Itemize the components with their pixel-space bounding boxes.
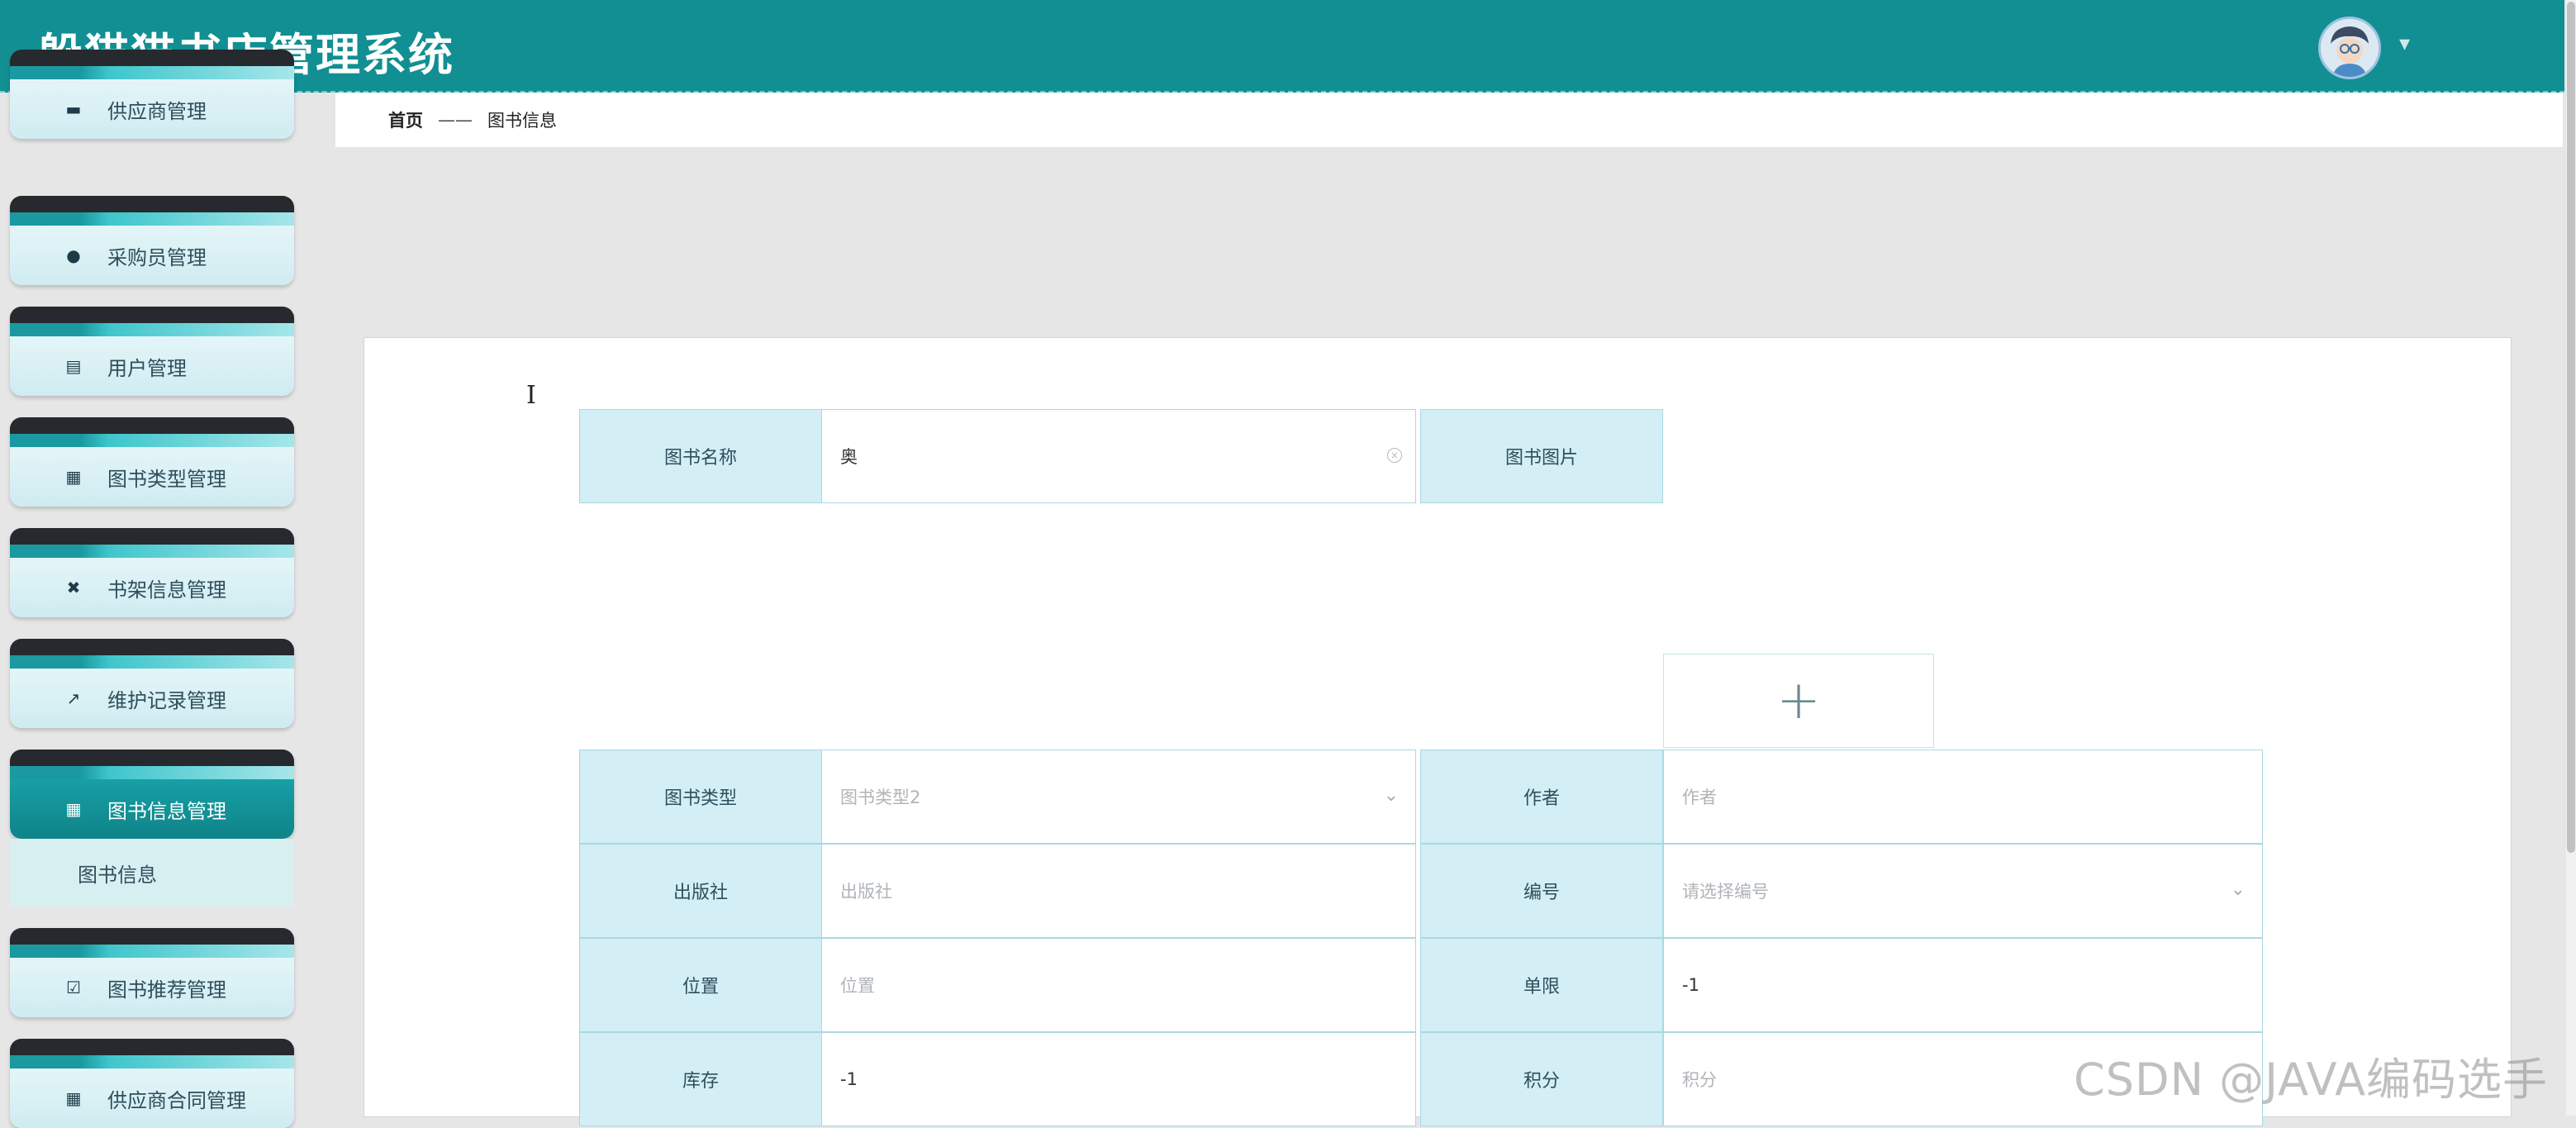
stock-value: -1 (840, 1069, 858, 1089)
number-placeholder: 请选择编号 (1682, 882, 1769, 902)
sidebar-item-label: 供应商合同管理 (107, 1088, 246, 1112)
publisher-label: 出版社 (579, 844, 822, 938)
grid-icon: ▦ (65, 467, 82, 487)
limit-input[interactable]: -1 (1663, 938, 2263, 1032)
publisher-input[interactable]: 出版社 (821, 844, 1416, 938)
points-label: 积分 (1420, 1032, 1663, 1126)
book-form-panel: 图书名称 奥 × I 图书图片 + 图书类型 图书类型2 ⌄ 作者 作者 出版社… (364, 337, 2512, 1126)
grid-icon: ▦ (65, 1088, 82, 1108)
points-placeholder: 积分 (1682, 1070, 1717, 1090)
clipboard-check-icon: ☑ (66, 978, 81, 997)
watermark: CSDN @JAVA编码选手 (2074, 1054, 2549, 1106)
book-name-label: 图书名称 (579, 409, 822, 503)
chevron-down-icon[interactable]: ▾ (2399, 31, 2410, 56)
sidebar-item-book-info[interactable]: ▦ 图书信息管理 (10, 750, 294, 839)
limit-value: -1 (1682, 975, 1699, 995)
author-input[interactable]: 作者 (1663, 750, 2263, 844)
location-input[interactable]: 位置 (821, 938, 1416, 1032)
author-placeholder: 作者 (1682, 788, 1717, 807)
number-select[interactable]: 请选择编号 ⌄ (1663, 844, 2263, 938)
plus-icon: + (1776, 670, 1821, 731)
book-type-label: 图书类型 (579, 750, 822, 844)
image-upload-button[interactable]: + (1663, 654, 1934, 748)
chevron-down-icon: ⌄ (1383, 785, 1399, 806)
page-scrollbar[interactable] (2566, 0, 2576, 1116)
sidebar-item-label: 书架信息管理 (107, 578, 226, 602)
top-header: 躲猫猫书店管理系统 ▾ (0, 0, 2564, 93)
location-label: 位置 (579, 938, 822, 1032)
user-avatar-icon[interactable] (2318, 17, 2381, 79)
person-icon: ● (66, 245, 81, 265)
book-type-select[interactable]: 图书类型2 ⌄ (821, 750, 1416, 844)
sidebar-item-purchaser[interactable]: ● 采购员管理 (10, 196, 294, 285)
sidebar-item-label: 采购员管理 (107, 245, 207, 269)
stock-label: 库存 (579, 1032, 822, 1126)
breadcrumb-home[interactable]: 首页 (388, 107, 423, 132)
author-label: 作者 (1420, 750, 1663, 844)
sidebar-item-label: 图书推荐管理 (107, 978, 226, 1002)
clear-icon[interactable]: × (1387, 448, 1402, 463)
breadcrumb-current: 图书信息 (487, 111, 557, 131)
grid-icon: ▦ (65, 799, 82, 819)
sidebar-item-label: 图书类型管理 (107, 467, 226, 491)
sidebar-item-recommend[interactable]: ☑ 图书推荐管理 (10, 928, 294, 1017)
chevron-down-icon: ⌄ (2230, 879, 2246, 900)
sidebar-item-supplier[interactable]: ▬ 供应商管理 (10, 50, 294, 139)
submenu-item-book-info[interactable]: 图书信息 (10, 839, 294, 907)
card-icon: ▬ (65, 99, 82, 119)
chart-icon: ↗ (66, 688, 81, 708)
breadcrumb: 首页 —— 图书信息 (335, 93, 2563, 147)
sidebar-item-book-type[interactable]: ▦ 图书类型管理 (10, 417, 294, 507)
scrollbar-thumb[interactable] (2567, 2, 2575, 853)
location-placeholder: 位置 (840, 976, 875, 996)
book-image-label: 图书图片 (1420, 409, 1663, 503)
sidebar-item-label: 供应商管理 (107, 99, 207, 123)
text-cursor-icon: I (526, 381, 536, 410)
book-type-value: 图书类型2 (840, 788, 921, 807)
limit-label: 单限 (1420, 938, 1663, 1032)
sidebar-item-maintenance[interactable]: ↗ 维护记录管理 (10, 639, 294, 728)
publisher-placeholder: 出版社 (840, 882, 892, 902)
book-name-value: 奥 (840, 447, 858, 467)
sidebar-item-label: 图书信息管理 (107, 799, 226, 823)
clipboard-icon: ▤ (65, 356, 82, 376)
sidebar: ▬ 供应商管理 ● 采购员管理 ▤ 用户管理 ▦ 图书类型管理 ✖ 书架信息管理 ↗ 维护记… (0, 50, 307, 1128)
sidebar-item-shelf[interactable]: ✖ 书架信息管理 (10, 528, 294, 617)
sidebar-item-label: 用户管理 (107, 356, 187, 380)
breadcrumb-separator: —— (438, 110, 473, 130)
stock-input[interactable]: -1 (821, 1032, 1416, 1126)
sidebar-item-contract[interactable]: ▦ 供应商合同管理 (10, 1039, 294, 1128)
sidebar-item-label: 维护记录管理 (107, 688, 226, 712)
ticket-icon: ✖ (66, 578, 81, 597)
book-name-input[interactable]: 奥 × (821, 409, 1416, 503)
number-label: 编号 (1420, 844, 1663, 938)
submenu-item-label: 图书信息 (78, 863, 157, 887)
sidebar-item-users[interactable]: ▤ 用户管理 (10, 307, 294, 396)
